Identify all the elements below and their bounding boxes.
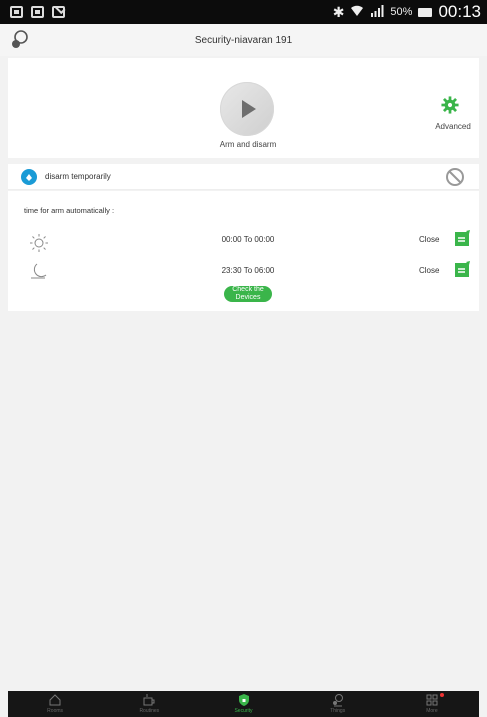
bottom-tab-bar: Rooms Routines Security Things More [8,691,479,717]
clock: 00:13 [438,2,481,21]
tab-label: Security [234,708,253,714]
page-title: Security-niavaran 191 [194,34,293,46]
sun-icon [30,234,48,252]
disabled-toggle-icon[interactable] [445,167,465,187]
notification-dot [439,693,444,697]
tab-more[interactable]: More [385,691,479,717]
edit-icon[interactable] [455,261,471,277]
home-icon [49,694,61,706]
disarm-temporarily-label: disarm temporarily [45,172,111,181]
play-icon [242,100,256,118]
edit-icon[interactable] [455,230,471,246]
schedule-time-day[interactable]: 00:00 To 00:00 [198,235,298,244]
user-silhouette-icon[interactable] [10,29,30,49]
tab-routines[interactable]: Routines [102,691,196,717]
tab-label: Rooms [47,708,64,714]
bell-icon [332,694,343,707]
signal-icon [370,4,384,20]
tab-label: Routines [139,708,160,714]
status-bar: ✱ 50% 00:13 [0,0,487,24]
tab-rooms[interactable]: Rooms [8,691,102,717]
arm-card: Arm and disarm Advanced [8,58,479,158]
tab-things[interactable]: Things [291,691,385,717]
advanced-button-label[interactable]: Advanced [428,122,478,131]
tab-security[interactable]: Security [196,691,290,717]
schedule-status-day: Close [419,235,440,244]
app-header: Security-niavaran 191 [0,24,487,56]
coffee-icon [143,694,155,706]
battery-icon [418,7,433,17]
schedule-time-night[interactable]: 23:30 To 06:00 [198,266,298,275]
gear-icon[interactable] [441,96,459,114]
check-devices-button[interactable]: Check the Devices [224,286,272,302]
schedule-title: time for arm automatically : [24,206,115,215]
tab-label: More [426,708,438,714]
tab-label: Things [330,708,346,714]
hand-icon [21,169,37,185]
disarm-temporarily-row: disarm temporarily [8,164,479,190]
moon-icon [31,263,47,279]
mail-icon [52,6,65,18]
image-icon [10,6,23,18]
bluetooth-icon: ✱ [332,3,345,20]
shield-icon [238,694,249,706]
arm-disarm-button[interactable] [220,82,274,136]
arm-disarm-label: Arm and disarm [219,140,277,149]
battery-percent: 50% [390,6,413,18]
grid-icon [426,694,438,706]
gallery-icon [31,6,44,18]
auto-arm-schedule: time for arm automatically : 00:00 To 00… [8,191,479,311]
wifi-icon [350,4,364,20]
schedule-status-night: Close [419,266,440,275]
